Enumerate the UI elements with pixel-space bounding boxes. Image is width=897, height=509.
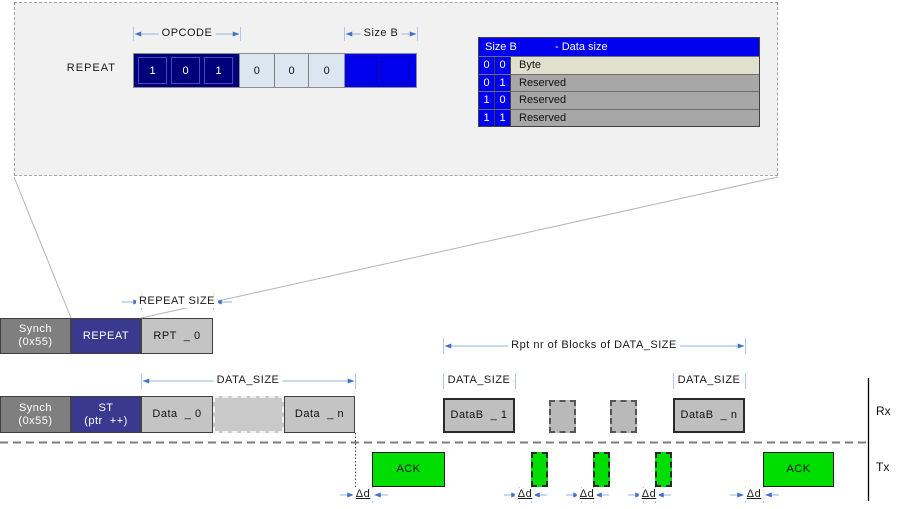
sizeb-bits-section bbox=[344, 53, 417, 88]
callout-connector-lines bbox=[14, 177, 778, 318]
callout-register-name: REPEAT bbox=[40, 62, 116, 74]
reserved-bits-section: 0 0 0 bbox=[239, 53, 345, 88]
ack-pulse-block bbox=[593, 452, 610, 487]
st-pointer-label: (ptr ++) bbox=[84, 415, 128, 428]
rpt-blocks-dimension-label: Rpt nr of Blocks of DATA_SIZE bbox=[508, 339, 680, 352]
opcode-bit-cell: 1 bbox=[204, 57, 233, 84]
data-size-dimension-label-1: DATA_SIZE bbox=[445, 374, 514, 387]
ack-block-1: ACK bbox=[372, 452, 445, 487]
repeat-opcode-label: REPEAT bbox=[83, 330, 129, 343]
delta-d-label: Δd bbox=[744, 488, 764, 501]
protocol-timing-diagram: REPEAT OPCODE Size B 1 0 1 0 0 0 Size B … bbox=[0, 0, 897, 509]
synch-label: Synch bbox=[19, 402, 52, 415]
frame2-data0-cell: Data _ 0 bbox=[141, 396, 213, 433]
rpt0-label: RPT _ 0 bbox=[153, 330, 200, 343]
data0-label: Data _ 0 bbox=[152, 408, 201, 421]
opcode-dimension-label: OPCODE bbox=[159, 27, 216, 40]
table-header-sizeb: Size B bbox=[479, 41, 555, 53]
databn-label: DataB _ n bbox=[681, 409, 738, 422]
frame2-st-cell: ST (ptr ++) bbox=[71, 396, 141, 433]
datab1-block: DataB _ 1 bbox=[443, 398, 515, 433]
desc-cell: Reserved bbox=[511, 92, 759, 109]
datan-label: Data _ n bbox=[295, 408, 344, 421]
desc-cell: Reserved bbox=[511, 110, 759, 127]
frame2-synch-cell: Synch (0x55) bbox=[0, 396, 71, 433]
sizeb-bit-cell bbox=[381, 57, 409, 84]
sizeb-lookup-table: Size B - Data size 0 0 Byte 0 1 Reserved… bbox=[478, 37, 760, 127]
delta-d-label: Δd bbox=[577, 488, 597, 501]
delta-d-label: Δd bbox=[515, 488, 535, 501]
ack-label: ACK bbox=[786, 463, 810, 476]
data-size-dimension-label: DATA_SIZE bbox=[214, 374, 283, 387]
sizeb-bit-cell bbox=[349, 57, 377, 84]
delta-d-label: Δd bbox=[353, 488, 373, 501]
bit-cell: 1 bbox=[479, 92, 495, 109]
synch-label: Synch bbox=[19, 323, 52, 336]
bit-cell: 0 bbox=[495, 92, 511, 109]
desc-cell: Reserved bbox=[511, 75, 759, 92]
frame1-synch-cell: Synch (0x55) bbox=[0, 318, 71, 354]
delta-d-label: Δd bbox=[639, 488, 659, 501]
table-row: 0 1 Reserved bbox=[479, 74, 759, 92]
table-header-datasize: - Data size bbox=[555, 41, 608, 53]
frame2-datan-cell: Data _ n bbox=[284, 396, 355, 433]
table-row: 0 0 Byte bbox=[479, 56, 759, 74]
ack-label: ACK bbox=[396, 463, 420, 476]
bit-cell: 1 bbox=[495, 110, 511, 127]
rx-lane-label: Rx bbox=[876, 404, 891, 418]
frame1-repeat-cell: REPEAT bbox=[71, 318, 141, 354]
sizeb-dimension-label: Size B bbox=[361, 27, 402, 40]
frame1-rpt0-cell: RPT _ 0 bbox=[141, 318, 213, 354]
synch-value: (0x55) bbox=[18, 415, 52, 428]
ack-pulse-block bbox=[655, 452, 672, 487]
table-header-row: Size B - Data size bbox=[479, 38, 759, 56]
datab-ellipsis-block bbox=[549, 400, 576, 433]
datab1-label: DataB _ 1 bbox=[451, 409, 508, 422]
table-row: 1 1 Reserved bbox=[479, 109, 759, 127]
bit-cell: 0 bbox=[479, 57, 495, 74]
datab-ellipsis-block bbox=[610, 400, 637, 433]
frame2-data-ellipsis-cell bbox=[213, 396, 284, 433]
bit-cell: 0 bbox=[479, 75, 495, 92]
opcode-bit-cell: 1 bbox=[138, 57, 167, 84]
reserved-bit-cell: 0 bbox=[240, 54, 275, 87]
ack-block-2: ACK bbox=[763, 452, 834, 487]
opcode-bits-section: 1 0 1 bbox=[133, 53, 240, 88]
databn-block: DataB _ n bbox=[673, 398, 745, 433]
st-label: ST bbox=[98, 402, 113, 415]
synch-value: (0x55) bbox=[18, 336, 52, 349]
desc-cell: Byte bbox=[511, 57, 759, 74]
ack-pulse-block bbox=[531, 452, 548, 487]
opcode-bit-cell: 0 bbox=[171, 57, 200, 84]
reserved-bit-cell: 0 bbox=[275, 54, 310, 87]
tx-lane-label: Tx bbox=[876, 460, 889, 474]
bit-cell: 1 bbox=[479, 110, 495, 127]
reserved-bit-cell: 0 bbox=[309, 54, 344, 87]
bit-cell: 0 bbox=[495, 57, 511, 74]
data-size-dimension-label-n: DATA_SIZE bbox=[675, 374, 744, 387]
table-row: 1 0 Reserved bbox=[479, 91, 759, 109]
bit-cell: 1 bbox=[495, 75, 511, 92]
repeat-size-dimension-label: REPEAT SIZE bbox=[136, 295, 218, 308]
